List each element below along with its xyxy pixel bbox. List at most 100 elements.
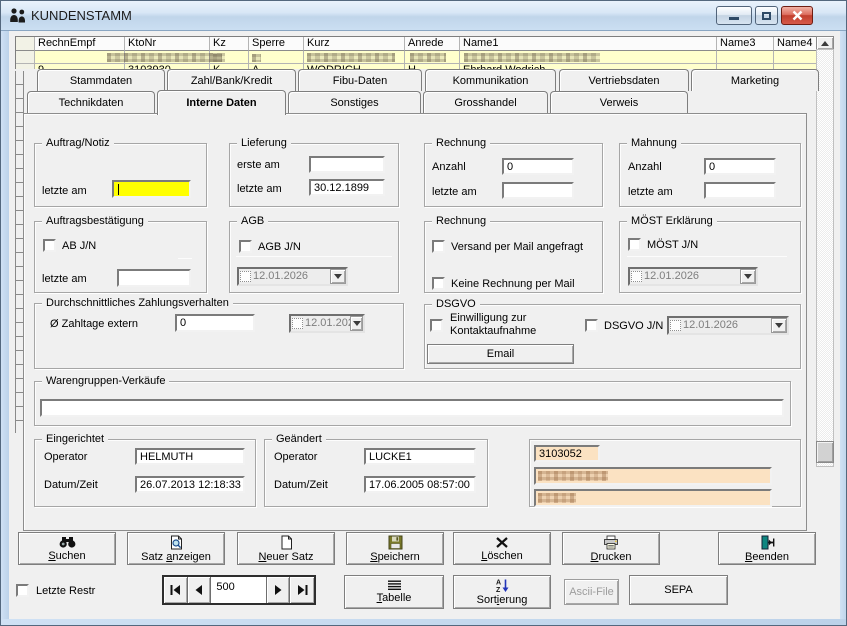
moest-date-picker[interactable]: 12.01.2026 [628, 267, 758, 286]
next-record-button[interactable] [267, 577, 291, 603]
date-enable-checkbox[interactable] [240, 271, 251, 282]
group-title: DSGVO [432, 297, 480, 311]
sortierung-button[interactable]: A Z Sortierung [453, 575, 551, 609]
scrollbar-track[interactable] [816, 49, 834, 467]
lieferung-letzte-am-input[interactable]: 30.12.1899 [309, 179, 385, 196]
tabelle-button[interactable]: Tabelle [344, 575, 444, 609]
chevron-down-icon [775, 323, 783, 328]
tab-fibu-daten[interactable]: Fibu-Daten [298, 69, 422, 91]
record-name-field[interactable] [534, 467, 772, 485]
customer-grid[interactable]: RechnEmpf KtoNr Kz Sperre Kurz Anrede Na… [15, 36, 816, 69]
geaendert-operator-input[interactable]: LUCKE1 [364, 448, 476, 465]
einwilligung-checkbox[interactable] [430, 319, 443, 332]
agb-jn-checkbox[interactable] [239, 240, 252, 253]
eingerichtet-operator-input[interactable]: HELMUTH [135, 448, 245, 465]
ab-jn-checkbox[interactable] [43, 239, 56, 252]
grid-corner-cell [16, 37, 35, 51]
satz-anzeigen-button[interactable]: Satz anzeigen [127, 532, 225, 565]
col-header-kurz[interactable]: Kurz [304, 37, 405, 51]
moest-jn-label[interactable]: MÖST J/N [647, 239, 698, 252]
last-record-button[interactable] [290, 577, 314, 603]
tab-interne-daten[interactable]: Interne Daten [157, 90, 286, 115]
rechnung-anzahl-input[interactable]: 0 [502, 158, 574, 175]
neuer-satz-button[interactable]: Neuer Satz [237, 532, 335, 565]
warengruppen-input[interactable] [40, 399, 784, 417]
ab-letzte-am-input[interactable] [117, 269, 191, 287]
dropdown-button[interactable] [330, 269, 346, 284]
tab-marketing[interactable]: Marketing [691, 69, 819, 91]
tab-technikdaten[interactable]: Technikdaten [27, 91, 155, 113]
prev-record-button[interactable] [188, 577, 212, 603]
col-header-name4[interactable]: Name4 [774, 37, 816, 51]
grid-row-selected[interactable] [16, 51, 816, 64]
minimize-button[interactable] [716, 6, 752, 25]
ab-jn-label[interactable]: AB J/N [62, 240, 96, 253]
mahnung-letzte-am-input[interactable] [704, 182, 776, 199]
col-header-ktonr[interactable]: KtoNr [125, 37, 210, 51]
moest-jn-checkbox[interactable] [628, 238, 641, 251]
keine-rechnung-label[interactable]: Keine Rechnung per Mail [451, 278, 575, 291]
suchen-button[interactable]: Suchen [18, 532, 116, 565]
row-selector-cell[interactable] [16, 51, 35, 64]
scroll-up-button[interactable] [816, 36, 834, 50]
date-enable-checkbox[interactable] [631, 271, 642, 282]
tab-stammdaten[interactable]: Stammdaten [37, 69, 165, 91]
maximize-button[interactable] [755, 6, 778, 25]
tab-vertriebsdaten[interactable]: Vertriebsdaten [559, 69, 689, 91]
scrollbar-thumb[interactable] [816, 441, 834, 463]
lieferung-erste-am-input[interactable] [309, 156, 385, 173]
col-header-anrede[interactable]: Anrede [405, 37, 460, 51]
tab-verweis[interactable]: Verweis [550, 91, 688, 113]
drucken-button[interactable]: Drucken [562, 532, 660, 565]
col-header-kz[interactable]: Kz [210, 37, 249, 51]
auftrag-letzte-am-input[interactable] [112, 180, 191, 198]
close-button[interactable] [781, 6, 813, 25]
tab-zahl-bank-kredit[interactable]: Zahl/Bank/Kredit [167, 69, 296, 91]
rechnung-letzte-am-input[interactable] [502, 182, 574, 199]
row-selector-cell[interactable] [16, 64, 35, 69]
einwilligung-label-line2[interactable]: Kontaktaufnahme [450, 325, 536, 338]
speichern-button[interactable]: Speichern [346, 532, 444, 565]
versand-per-mail-label[interactable]: Versand per Mail angefragt [451, 241, 583, 254]
eingerichtet-datum-input[interactable]: 26.07.2013 12:18:33 [135, 476, 245, 493]
versand-per-mail-checkbox[interactable] [432, 240, 445, 253]
record-ktonr-field[interactable]: 3103052 [534, 445, 600, 462]
geaendert-datum-input[interactable]: 17.06.2005 08:57:00 [364, 476, 476, 493]
letzte-restr-checkbox[interactable] [16, 584, 29, 597]
einwilligung-label-line1[interactable]: Einwilligung zur [450, 312, 526, 325]
agb-date-picker[interactable]: 12.01.2026 [237, 267, 348, 286]
title-bar[interactable]: KUNDENSTAMM [1, 1, 847, 31]
sepa-button[interactable]: SEPA [629, 575, 728, 605]
tab-sonstiges[interactable]: Sonstiges [288, 91, 421, 113]
group-title: Mahnung [627, 136, 681, 150]
beenden-button[interactable]: Beenden [718, 532, 816, 565]
dropdown-button[interactable] [350, 316, 363, 331]
letzte-restr-label[interactable]: Letzte Restr [36, 585, 95, 598]
col-header-name3[interactable]: Name3 [717, 37, 774, 51]
col-header-name1[interactable]: Name1 [460, 37, 717, 51]
zahlung-date-picker[interactable]: 12.01.202 [289, 314, 365, 333]
group-title: Auftragsbestätigung [42, 214, 148, 228]
delete-icon [495, 536, 509, 549]
col-header-rechnempf[interactable]: RechnEmpf [35, 37, 125, 51]
date-enable-checkbox[interactable] [670, 320, 681, 331]
save-icon [388, 535, 403, 550]
dropdown-button[interactable] [771, 318, 787, 333]
mahnung-anzahl-input[interactable]: 0 [704, 158, 776, 175]
keine-rechnung-checkbox[interactable] [432, 277, 445, 290]
email-button[interactable]: Email [427, 344, 574, 364]
record-name2-field[interactable] [534, 489, 772, 507]
first-record-button[interactable] [164, 577, 188, 603]
loeschen-button[interactable]: Löschen [453, 532, 551, 565]
dsgvo-jn-checkbox[interactable] [585, 319, 598, 332]
record-number-field[interactable]: 500 [211, 577, 266, 603]
agb-jn-label[interactable]: AGB J/N [258, 241, 301, 254]
zahltage-extern-input[interactable]: 0 [175, 314, 255, 332]
col-header-sperre[interactable]: Sperre [249, 37, 304, 51]
date-enable-checkbox[interactable] [292, 318, 303, 329]
dsgvo-date-picker[interactable]: 12.01.2026 [667, 316, 789, 335]
dropdown-button[interactable] [740, 269, 756, 284]
tab-grosshandel[interactable]: Grosshandel [423, 91, 548, 113]
dsgvo-jn-label[interactable]: DSGVO J/N [604, 320, 663, 333]
tab-kommunikation[interactable]: Kommunikation [425, 69, 556, 91]
